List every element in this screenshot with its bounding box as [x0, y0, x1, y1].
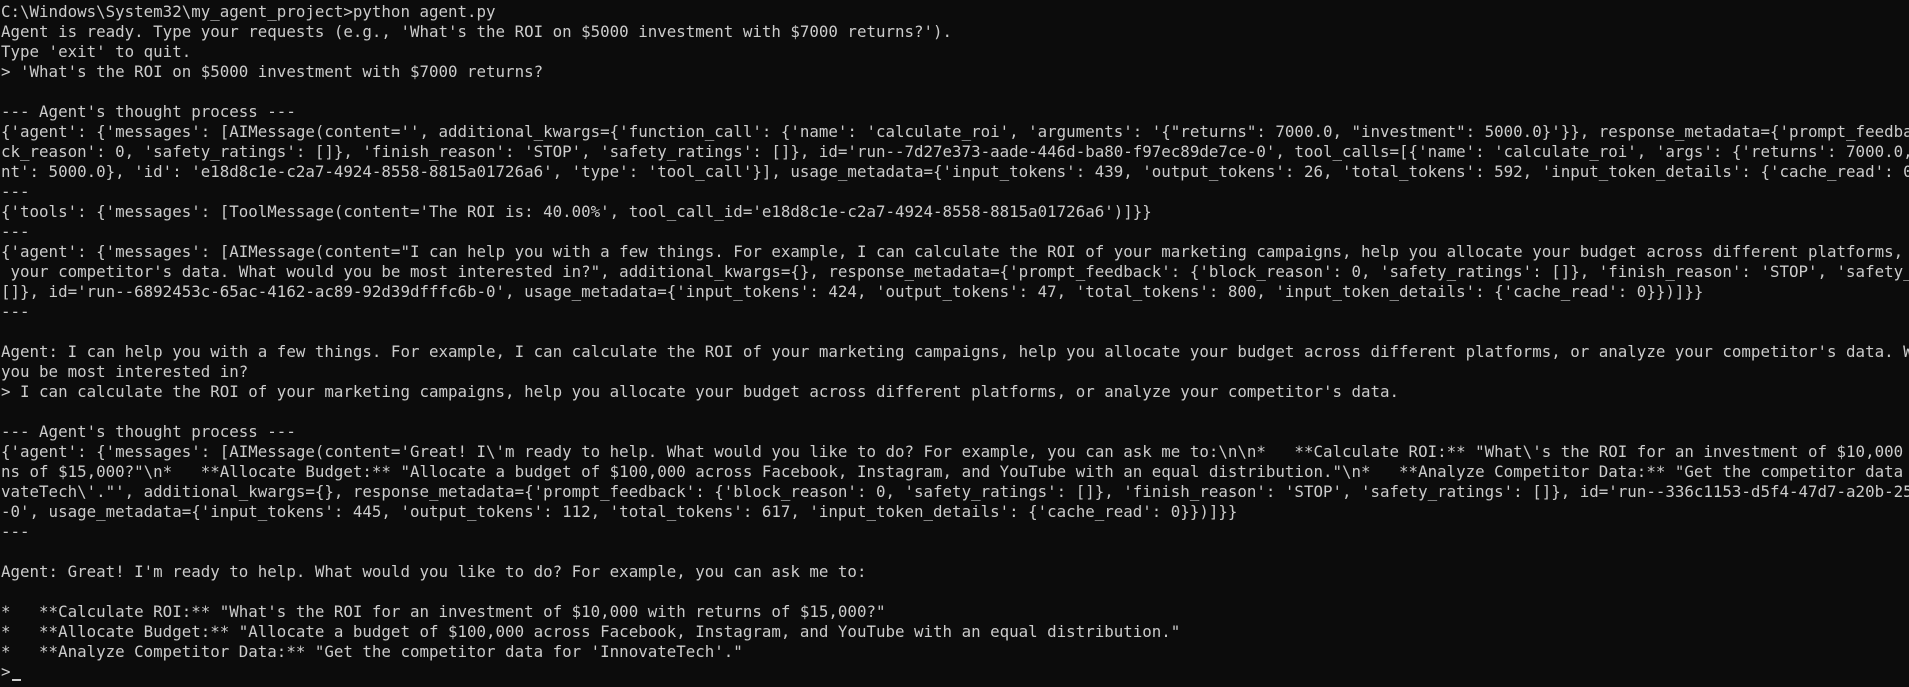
console-line: {'agent': {'messages': [AIMessage(conten…	[1, 242, 1909, 261]
text-cursor	[11, 679, 21, 681]
console-line: ---	[1, 302, 30, 321]
prompt-symbol: >	[1, 662, 11, 681]
terminal-window[interactable]: C:\Windows\System32\my_agent_project>pyt…	[0, 0, 1909, 687]
console-line: Agent: I can help you with a few things.…	[1, 342, 1909, 361]
console-line: Agent: Great! I'm ready to help. What wo…	[1, 562, 867, 581]
console-line: vateTech\'."', additional_kwargs={}, res…	[1, 482, 1909, 501]
console-line: -0', usage_metadata={'input_tokens': 445…	[1, 502, 1238, 521]
console-line: {'tools': {'messages': [ToolMessage(cont…	[1, 202, 1152, 221]
console-line: > I can calculate the ROI of your market…	[1, 382, 1400, 401]
console-line: ns of $15,000?"\n* **Allocate Budget:** …	[1, 462, 1909, 481]
console-line: {'agent': {'messages': [AIMessage(conten…	[1, 122, 1909, 141]
console-line: you be most interested in?	[1, 362, 249, 381]
console-line: {'agent': {'messages': [AIMessage(conten…	[1, 442, 1909, 461]
console-line: C:\Windows\System32\my_agent_project>pyt…	[1, 2, 496, 21]
console-line: > 'What's the ROI on $5000 investment wi…	[1, 62, 544, 81]
console-line: ck_reason': 0, 'safety_ratings': []}, 'f…	[1, 142, 1909, 161]
command-prompt-line[interactable]: >	[0, 662, 1909, 682]
console-line: --- Agent's thought process ---	[1, 102, 296, 121]
console-line: []}, id='run--6892453c-65ac-4162-ac89-92…	[1, 282, 1704, 301]
console-line: ---	[1, 182, 30, 201]
console-line: Agent is ready. Type your requests (e.g.…	[1, 22, 953, 41]
console-line: * **Calculate ROI:** "What's the ROI for…	[1, 602, 886, 621]
console-line: * **Allocate Budget:** "Allocate a budge…	[1, 622, 1181, 641]
console-line: Type 'exit' to quit.	[1, 42, 192, 61]
console-line: --- Agent's thought process ---	[1, 422, 296, 441]
console-line: * **Analyze Competitor Data:** "Get the …	[1, 642, 743, 661]
console-line: your competitor's data. What would you b…	[1, 262, 1909, 281]
console-line: ---	[1, 222, 30, 241]
console-line: nt': 5000.0}, 'id': 'e18d8c1e-c2a7-4924-…	[1, 162, 1909, 181]
console-line: ---	[1, 522, 30, 541]
